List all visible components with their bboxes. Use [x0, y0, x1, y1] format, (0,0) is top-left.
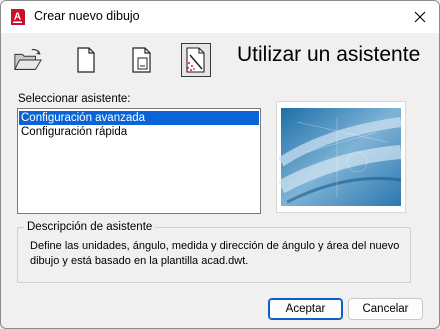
autocad-app-icon: A	[11, 9, 25, 25]
window-title: Crear nuevo dibujo	[34, 9, 140, 23]
list-item-advanced-setup[interactable]: Configuración avanzada	[19, 111, 259, 125]
wizard-icon	[186, 47, 205, 73]
list-item-quick-setup[interactable]: Configuración rápida	[19, 125, 127, 139]
close-icon	[414, 11, 426, 23]
app-icon-letter: A	[14, 12, 21, 23]
wizard-list-label: Seleccionar asistente:	[18, 93, 131, 105]
title-bar[interactable]: A Crear nuevo dibujo	[1, 1, 439, 33]
close-button[interactable]	[405, 3, 435, 31]
use-wizard-button[interactable]	[181, 43, 211, 77]
cancel-button[interactable]: Cancelar	[348, 298, 423, 320]
blank-page-icon	[77, 47, 95, 73]
open-folder-icon	[14, 48, 42, 70]
wizard-description-text: Define las unidades, ángulo, medida y di…	[30, 240, 400, 267]
description-legend: Descripción de asistente	[24, 221, 156, 233]
wizard-preview-image	[276, 101, 406, 213]
template-page-icon	[132, 47, 151, 73]
dialog-window: A Crear nuevo dibujo Utilizar un asisten…	[0, 0, 440, 329]
open-drawing-button[interactable]	[13, 43, 43, 77]
start-from-scratch-button[interactable]	[71, 43, 101, 77]
blueprint-preview-image	[277, 108, 402, 206]
wizard-listbox[interactable]: Configuración avanzada Configuración ráp…	[17, 108, 261, 214]
page-heading: Utilizar un asistente	[237, 43, 421, 66]
use-template-button[interactable]	[127, 43, 157, 77]
accept-button[interactable]: Aceptar	[268, 298, 343, 320]
